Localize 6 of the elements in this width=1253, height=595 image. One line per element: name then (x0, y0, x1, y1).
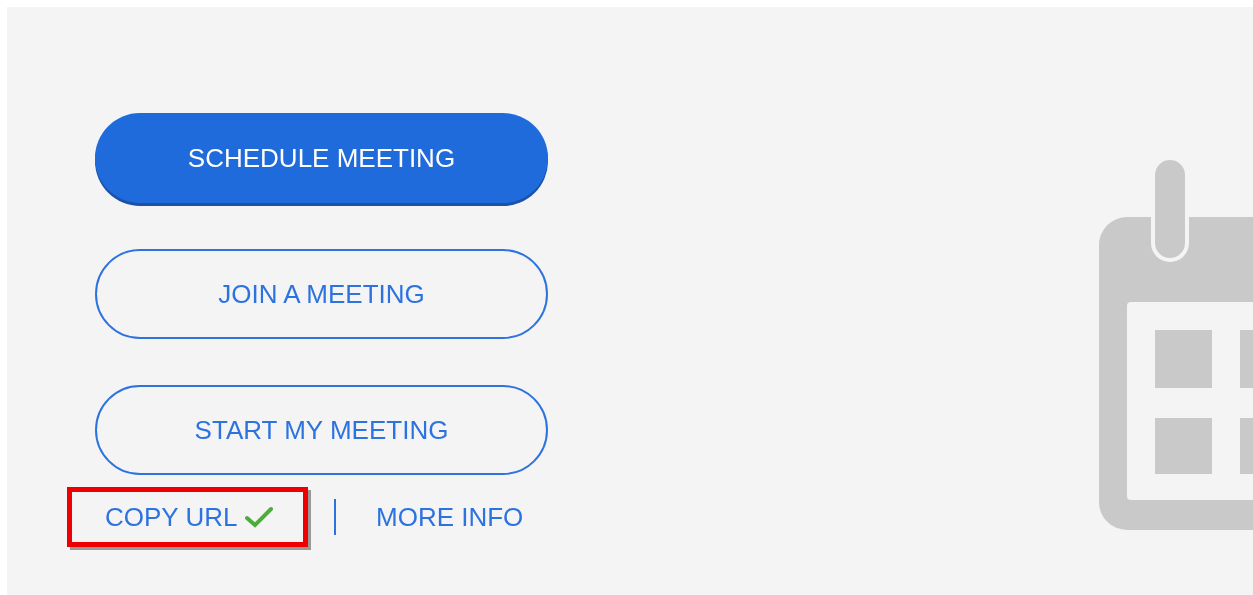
check-icon (245, 506, 274, 528)
meeting-button[interactable]: JOIN A MEETING (95, 249, 548, 339)
copy-url-link[interactable]: COPY URL (67, 487, 308, 547)
more-info-link[interactable]: MORE INFO (376, 497, 524, 537)
meeting-button[interactable]: SCHEDULE MEETING (95, 113, 548, 203)
meeting-button[interactable]: START MY MEETING (95, 385, 548, 475)
